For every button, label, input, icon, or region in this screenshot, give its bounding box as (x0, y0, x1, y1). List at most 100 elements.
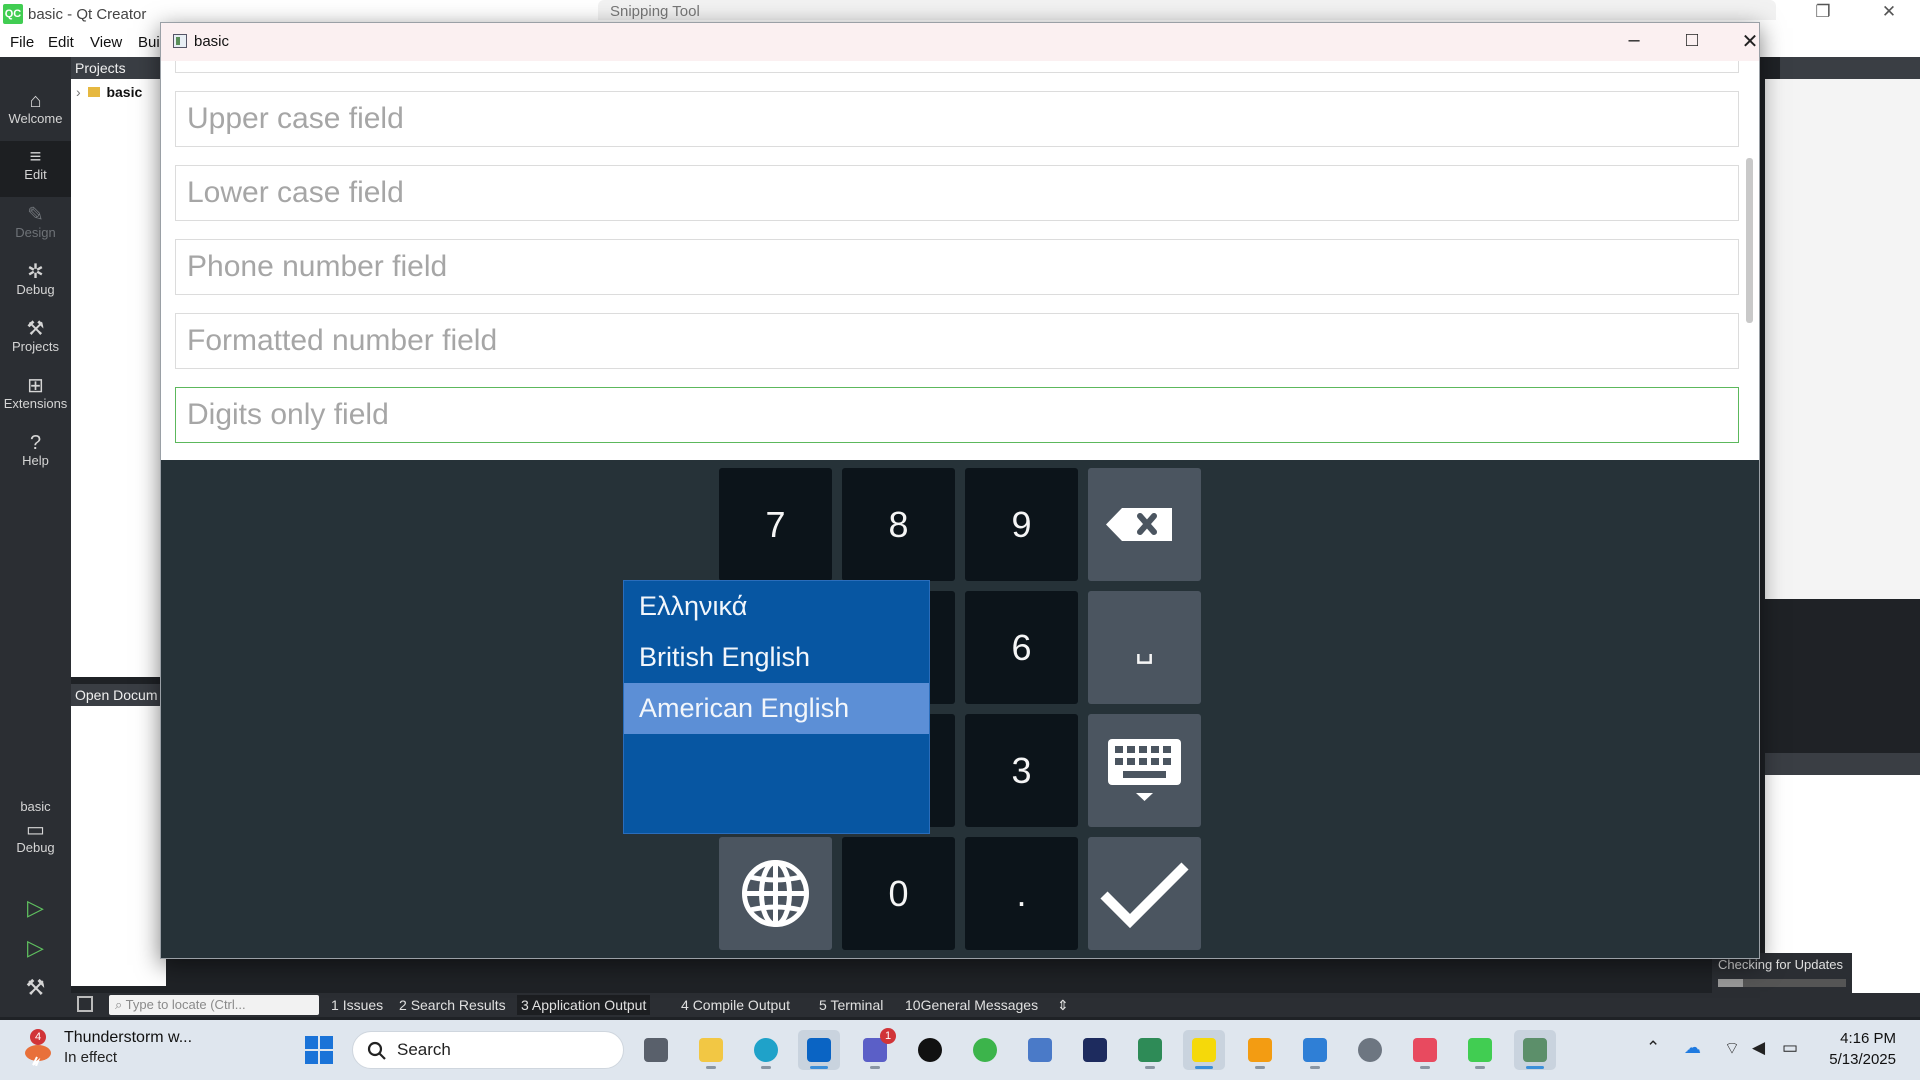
lower-case-field[interactable]: Lower case field (175, 165, 1739, 221)
close-icon[interactable]: ✕ (1866, 2, 1912, 22)
restore-icon[interactable]: ❐ (1800, 2, 1846, 22)
clock[interactable]: 4:16 PM 5/13/2025 (1816, 1028, 1896, 1070)
checkmark-icon (1100, 862, 1189, 929)
project-name: basic (106, 84, 143, 100)
vnc-app[interactable] (1074, 1030, 1116, 1070)
transfer-app[interactable] (1129, 1030, 1171, 1070)
run-icon[interactable]: ▷ (0, 895, 71, 931)
phone-number-field[interactable]: Phone number field (175, 239, 1739, 295)
language-option-american-english[interactable]: American English (624, 683, 929, 734)
volume-icon[interactable]: ◀ (1752, 1038, 1765, 1058)
sidebar-toggle-icon[interactable] (77, 996, 93, 1012)
tab-terminal[interactable]: 5 Terminal (819, 997, 883, 1013)
gear-icon (1358, 1038, 1382, 1062)
key-3[interactable]: 3 (965, 714, 1078, 827)
outlook-app[interactable] (798, 1030, 840, 1070)
tab-application-output[interactable]: 3 Application Output (517, 995, 651, 1015)
tab-label: General Messages (920, 997, 1039, 1013)
battery-icon[interactable]: ▭ (1782, 1038, 1798, 1058)
task-view-app[interactable] (635, 1030, 677, 1070)
mode-edit[interactable]: ≡ Edit (0, 141, 71, 197)
design-icon: ✎ (27, 204, 44, 226)
close-icon[interactable]: ✕ (1727, 29, 1773, 54)
qt-creator-app[interactable] (1459, 1030, 1501, 1070)
mode-welcome[interactable]: ⌂ Welcome (0, 85, 71, 141)
edge-icon (754, 1038, 778, 1062)
formatted-number-field[interactable]: Formatted number field (175, 313, 1739, 369)
tab-issues[interactable]: 1 Issues (331, 997, 383, 1013)
projects-header: Projects (71, 57, 166, 79)
key-8[interactable]: 8 (842, 468, 955, 581)
search-placeholder: Search (397, 1040, 451, 1059)
backspace-icon (1106, 508, 1172, 541)
build-icon[interactable]: ⚒ (0, 975, 71, 1011)
remote-app[interactable] (1239, 1030, 1281, 1070)
snipping-tool-app[interactable] (1404, 1030, 1446, 1070)
space-key[interactable]: ␣ (1088, 591, 1201, 704)
monitor-icon: ▭ (26, 819, 45, 841)
target-selector[interactable]: basic ▭ Debug (0, 797, 71, 887)
weather-widget[interactable]: 4 Thunderstorm w... In effect (0, 1020, 200, 1080)
mode-debug[interactable]: ✲ Debug (0, 256, 71, 312)
globe-icon (742, 860, 809, 927)
network-app[interactable] (1019, 1030, 1061, 1070)
enter-key[interactable] (1088, 837, 1201, 950)
edge-app[interactable] (745, 1030, 787, 1070)
mode-design[interactable]: ✎ Design (0, 199, 71, 255)
basic-app-window: basic – □ ✕ Upper case field Lower case … (160, 22, 1760, 959)
key-7[interactable]: 7 (719, 468, 832, 581)
maximize-icon[interactable]: □ (1669, 29, 1715, 52)
tab-label: Compile Output (692, 997, 790, 1013)
tab-general-messages[interactable]: 10General Messages (905, 997, 1038, 1013)
upper-case-field[interactable]: Upper case field (175, 91, 1739, 147)
notepad-app[interactable] (1294, 1030, 1336, 1070)
backspace-key[interactable] (1088, 468, 1201, 581)
mode-projects[interactable]: ⚒ Projects (0, 313, 71, 369)
wifi-icon[interactable]: ⌔ (1724, 1038, 1740, 1059)
onedrive-icon[interactable]: ☁ (1684, 1038, 1701, 1058)
tab-compile-output[interactable]: 4 Compile Output (681, 997, 790, 1013)
cloud-app[interactable] (964, 1030, 1006, 1070)
minimize-icon[interactable]: – (1611, 29, 1657, 52)
scrollbar[interactable] (1746, 158, 1753, 323)
taskbar-search[interactable]: Search (352, 1031, 624, 1069)
menu-view[interactable]: View (90, 34, 122, 51)
start-button[interactable] (303, 1034, 335, 1066)
file-explorer-app[interactable] (690, 1030, 732, 1070)
hide-keyboard-key[interactable] (1088, 714, 1201, 827)
home-icon: ⌂ (29, 90, 42, 112)
language-option-british-english[interactable]: British English (624, 632, 929, 683)
menu-edit[interactable]: Edit (48, 34, 74, 51)
teams-app[interactable]: 1 (854, 1028, 896, 1070)
language-popup: Ελληνικά British English American Englis… (623, 580, 930, 834)
mode-label: Design (15, 225, 56, 240)
key-9[interactable]: 9 (965, 468, 1078, 581)
language-key[interactable] (719, 837, 832, 950)
language-option-greek[interactable]: Ελληνικά (624, 581, 929, 632)
paw-app[interactable] (909, 1030, 951, 1070)
key-dot[interactable]: . (965, 837, 1078, 950)
mode-help[interactable]: ? Help (0, 427, 71, 483)
digits-only-field[interactable]: Digits only field (175, 387, 1739, 443)
key-6[interactable]: 6 (965, 591, 1078, 704)
menu-build[interactable]: Bui (138, 34, 160, 51)
locate-input[interactable]: ⌕ Type to locate (Ctrl... (109, 995, 319, 1015)
network-icon (1028, 1038, 1052, 1062)
project-tree-item[interactable]: › basic (76, 84, 142, 100)
key-0[interactable]: 0 (842, 837, 955, 950)
mode-extensions[interactable]: ⊞ Extensions (0, 370, 71, 426)
settings-app[interactable] (1349, 1030, 1391, 1070)
app-titlebar: basic – □ ✕ (161, 23, 1759, 61)
sticky-notes-app[interactable] (1183, 1030, 1225, 1070)
more-tabs-icon[interactable]: ⇕ (1057, 997, 1069, 1014)
tab-num: 10 (905, 997, 921, 1013)
menu-file[interactable]: File (10, 34, 34, 51)
tab-search-results[interactable]: 2 Search Results (399, 997, 506, 1013)
chevron-up-icon[interactable]: ⌃ (1646, 1038, 1660, 1058)
basic-app[interactable] (1514, 1030, 1556, 1070)
weather-title: Thunderstorm w... (64, 1029, 193, 1046)
outlook-icon (807, 1038, 831, 1062)
teams-badge: 1 (880, 1028, 896, 1044)
field-partial-top[interactable] (175, 61, 1739, 73)
debug-run-icon[interactable]: ▷ (0, 935, 71, 971)
